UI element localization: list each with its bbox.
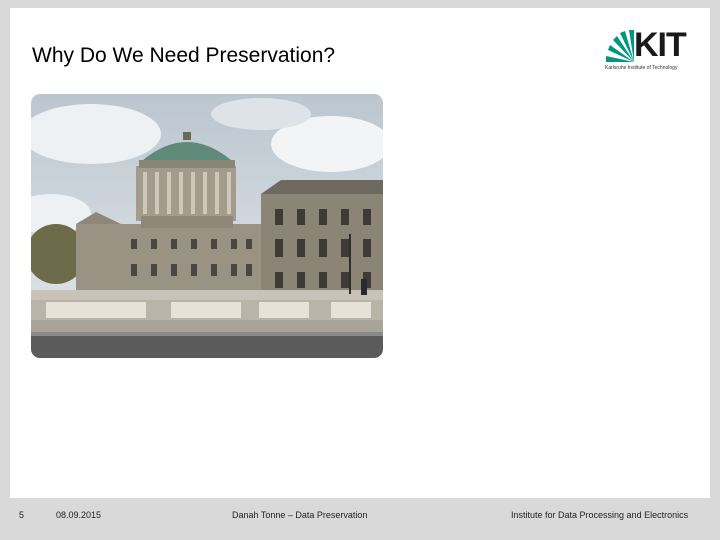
footer-institute: Institute for Data Processing and Electr… (511, 510, 689, 520)
four-courts-dublin-photo (31, 94, 383, 358)
kit-logo-text: KIT (634, 26, 687, 64)
page-number: 5 (19, 510, 25, 520)
kit-logo: KIT Karlsruhe Institute of Technology (604, 26, 694, 74)
slide-title: Why Do We Need Preservation? (32, 44, 336, 67)
footer-presenter: Danah Tonne – Data Preservation (232, 510, 368, 520)
footer-date: 08.09.2015 (56, 510, 102, 520)
kit-fan-logo-icon (606, 30, 634, 62)
slide: Why Do We Need Preservation? KIT Karlsru… (10, 8, 710, 498)
kit-logo-subtitle: Karlsruhe Institute of Technology (605, 65, 678, 71)
